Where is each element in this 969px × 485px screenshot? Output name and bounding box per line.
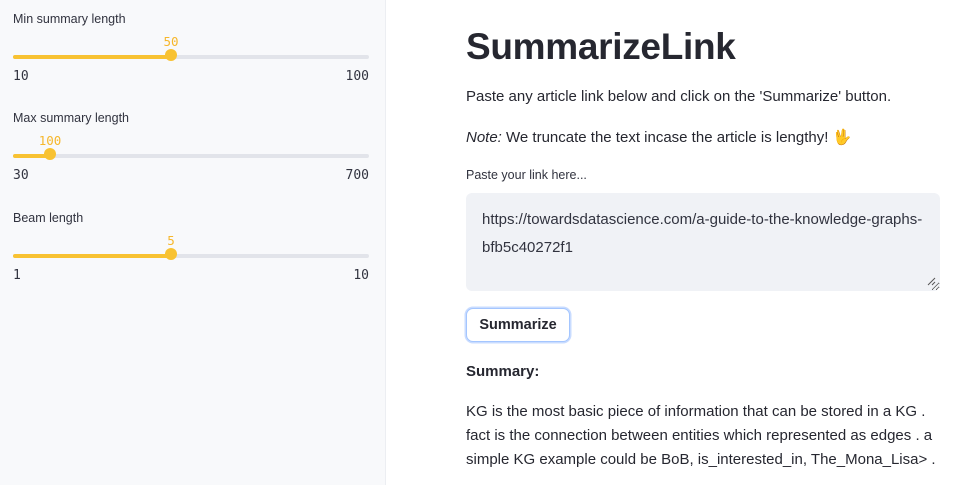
- link-input-label: Paste your link here...: [466, 168, 587, 182]
- page-title: SummarizeLink: [466, 26, 736, 67]
- instruction-text: Paste any article link below and click o…: [466, 88, 892, 105]
- slider-value: 5: [167, 233, 175, 248]
- vulcan-salute-icon: 🖖: [832, 128, 852, 146]
- slider-min: 10: [13, 69, 29, 84]
- slider-max: 100: [345, 69, 369, 84]
- summarize-button[interactable]: Summarize: [466, 308, 570, 342]
- slider-thumb[interactable]: [44, 148, 57, 160]
- min-summary-length-slider[interactable]: Min summary length 50 10 100: [13, 12, 369, 92]
- link-input[interactable]: https://towardsdatascience.com/a-guide-t…: [466, 193, 940, 291]
- slider-track[interactable]: [13, 154, 369, 158]
- slider-thumb[interactable]: [165, 49, 178, 61]
- note-body: We truncate the text incase the article …: [501, 129, 833, 146]
- slider-min: 1: [13, 268, 21, 283]
- slider-min: 30: [13, 168, 29, 183]
- beam-length-slider[interactable]: Beam length 5 1 10: [13, 211, 369, 291]
- summary-heading: Summary:: [466, 363, 540, 380]
- slider-value: 50: [163, 34, 179, 49]
- slider-label: Min summary length: [13, 12, 126, 26]
- slider-track[interactable]: [13, 254, 369, 258]
- note-text: Note: We truncate the text incase the ar…: [466, 128, 851, 146]
- slider-max: 700: [345, 168, 369, 183]
- slider-track[interactable]: [13, 55, 369, 59]
- max-summary-length-slider[interactable]: Max summary length 100 30 700: [13, 111, 369, 191]
- slider-thumb[interactable]: [165, 248, 178, 260]
- slider-max: 10: [353, 268, 369, 283]
- resize-handle-icon[interactable]: [926, 276, 936, 286]
- main-content: SummarizeLink Paste any article link bel…: [466, 0, 942, 485]
- slider-fill: [13, 254, 172, 258]
- summary-text: KG is the most basic piece of informatio…: [466, 403, 936, 468]
- slider-label: Beam length: [13, 211, 84, 225]
- slider-value: 100: [38, 133, 62, 148]
- sidebar: Min summary length 50 10 100 Max summary…: [0, 0, 386, 485]
- note-prefix: Note:: [466, 129, 502, 146]
- slider-label: Max summary length: [13, 111, 130, 125]
- slider-fill: [13, 55, 172, 59]
